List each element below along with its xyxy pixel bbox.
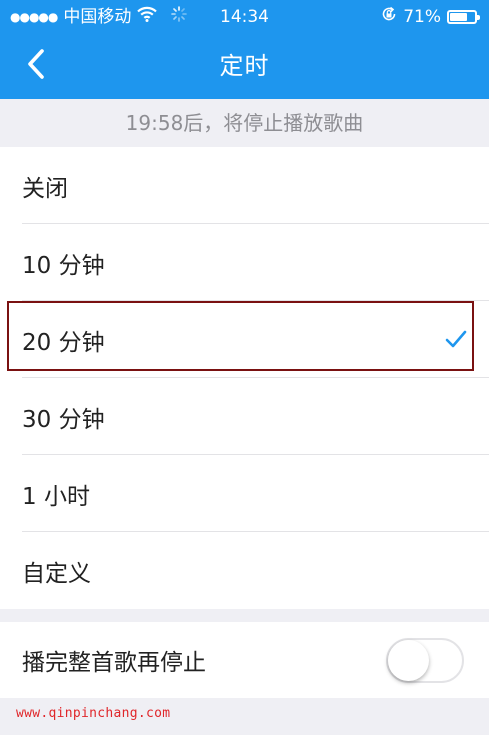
option-custom[interactable]: 自定义 bbox=[0, 532, 489, 609]
stop-after-song-row: 播完整首歌再停止 bbox=[0, 622, 489, 698]
stop-after-song-toggle[interactable] bbox=[386, 638, 464, 683]
page-title: 定时 bbox=[219, 52, 270, 80]
battery-percent: 71% bbox=[403, 7, 441, 27]
status-bar: ●●●●● 中国移动 14:34 71% bbox=[0, 0, 489, 34]
option-off[interactable]: 关闭 bbox=[0, 147, 489, 224]
stop-after-song-label: 播完整首歌再停止 bbox=[22, 650, 206, 676]
timer-options-list: 关闭 10 分钟 20 分钟 30 分钟 1 小时 自定义 bbox=[0, 147, 489, 609]
battery-level bbox=[450, 13, 467, 21]
option-label: 10 分钟 bbox=[22, 252, 105, 279]
watermark: www.qinpinchang.com bbox=[16, 706, 171, 721]
battery-icon bbox=[447, 10, 480, 24]
rotation-lock-icon bbox=[381, 6, 397, 28]
option-label: 关闭 bbox=[22, 175, 68, 202]
navigation-bar: 定时 bbox=[0, 34, 489, 99]
checkmark-icon bbox=[445, 330, 467, 348]
option-label: 30 分钟 bbox=[22, 406, 105, 433]
option-20-minutes[interactable]: 20 分钟 bbox=[0, 301, 489, 378]
option-label: 20 分钟 bbox=[22, 329, 105, 356]
toggle-knob bbox=[388, 640, 429, 681]
remaining-time-info: 19:58后，将停止播放歌曲 bbox=[0, 99, 489, 147]
option-10-minutes[interactable]: 10 分钟 bbox=[0, 224, 489, 301]
option-label: 自定义 bbox=[22, 560, 91, 587]
option-1-hour[interactable]: 1 小时 bbox=[0, 455, 489, 532]
status-right: 71% bbox=[381, 6, 480, 28]
header: ●●●●● 中国移动 14:34 71% 定时 bbox=[0, 0, 489, 99]
option-30-minutes[interactable]: 30 分钟 bbox=[0, 378, 489, 455]
option-label: 1 小时 bbox=[22, 483, 90, 510]
